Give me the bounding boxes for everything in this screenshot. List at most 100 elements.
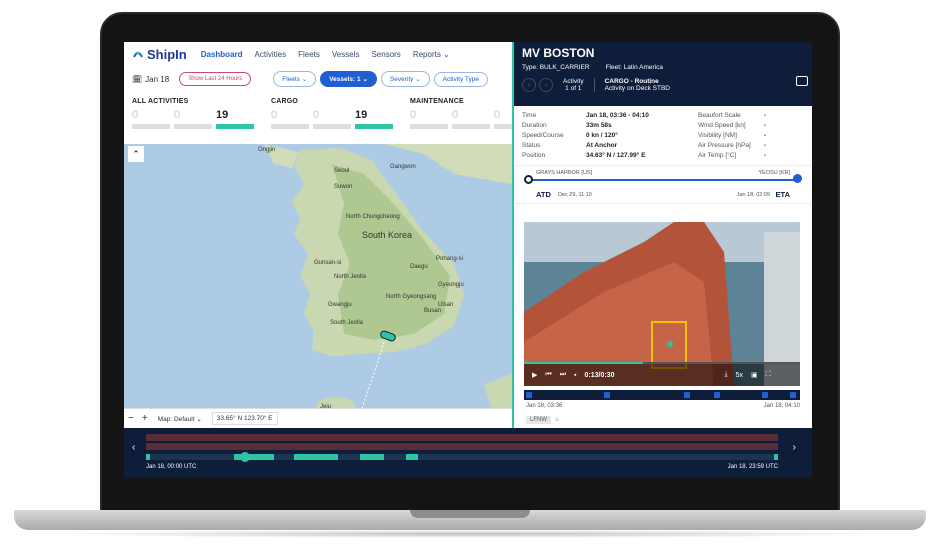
download-icon[interactable]: ⤓ (724, 371, 727, 379)
tag-row: LFNW ⌂ (526, 416, 559, 424)
voyage-route: GRAYS HARBOR [US] YEOSU [KR] ATD Dec 29,… (514, 166, 812, 204)
chevron-right-icon[interactable]: › (539, 78, 553, 92)
pip-icon[interactable]: ▣ (751, 371, 758, 379)
nav-reports-label: Reports (412, 49, 441, 59)
vessel-fleet: Fleet: Latin America (605, 64, 664, 71)
info-key: Visibility [NM] (698, 132, 737, 139)
nav-dashboard[interactable]: Dashboard (201, 50, 243, 59)
chevron-down-icon: ⌄ (415, 76, 421, 83)
stats-row: ALL ACTIVITIES 0 0 19 CARGO 0 0 19 MAINT… (124, 92, 514, 136)
activity-nav: ‹ › Activity 1 of 1 CARGO - Routine Acti… (522, 78, 670, 92)
atd-label: ATD (536, 190, 551, 199)
logo-text: ShipIn (147, 46, 187, 62)
chevron-down-icon: ⌄ (362, 76, 368, 83)
info-value: At Anchor (586, 142, 618, 149)
zoom-in-button[interactable]: + (142, 413, 148, 424)
atd-date: Dec 29, 11:10 (558, 192, 592, 198)
stat-bar (174, 124, 212, 129)
map-label: North Gyeongsang (386, 294, 437, 300)
map-label: South Jeolla (330, 320, 364, 326)
stat-all-activities[interactable]: ALL ACTIVITIES 0 0 19 (132, 98, 258, 129)
stat-bar (452, 124, 490, 129)
chevron-down-icon: ⌄ (301, 76, 308, 83)
nav-vessels[interactable]: Vessels (332, 50, 360, 59)
info-value: 34.63° N / 127.99° E (586, 152, 646, 159)
info-key: Air Temp [°C] (698, 152, 737, 159)
route-destination: YEOSU [KR] (758, 170, 790, 176)
logo-icon (133, 51, 143, 58)
route-line (528, 179, 796, 181)
activity-tag[interactable]: LFNW (526, 416, 551, 424)
timeline-track (146, 434, 778, 441)
map-style-select[interactable]: Map: Default ⌄ (158, 415, 202, 423)
timeline-activity-track (146, 452, 778, 462)
fleets-filter[interactable]: Fleets ⌄ (273, 71, 317, 87)
vessel-name: MV BOSTON (522, 46, 595, 60)
chevron-left-icon[interactable]: ‹ (522, 78, 536, 92)
video-time: 0:13/0:30 (584, 371, 615, 379)
stat-value: 0 (452, 109, 459, 121)
map-label: Gyeongju (438, 282, 464, 288)
video-progress[interactable] (524, 362, 800, 364)
timeline-end-label: Jan 18, 23:59 UTC (727, 464, 778, 470)
calendar-icon: 🗓 (132, 74, 143, 84)
vessel-info-grid: Time Jan 18, 03:36 - 04:10 Beaufort Scale -… (514, 106, 812, 166)
vessels-filter[interactable]: Vessels: 1 ⌄ (320, 71, 377, 87)
stat-bar (271, 124, 309, 129)
nav-reports[interactable]: Reports ⌄ (413, 50, 450, 59)
info-value: Jan 18, 03:36 - 04:10 (586, 112, 649, 119)
playback-speed[interactable]: 5x (736, 372, 743, 379)
timeline-playhead[interactable] (240, 452, 250, 462)
map-label: North Chungcheong (346, 214, 400, 220)
stat-cargo[interactable]: CARGO 0 0 19 (271, 98, 397, 129)
chevron-left-icon[interactable]: ‹ (132, 442, 135, 453)
timeline-start-label: Jan 18, 00:00 UTC (146, 464, 197, 470)
shipin-logo[interactable]: ShipIn (132, 47, 187, 62)
info-value: - (764, 152, 767, 159)
nav-activities[interactable]: Activities (255, 50, 287, 59)
map-label: Seoul (334, 168, 350, 174)
info-key: Time (522, 112, 537, 119)
info-value: 33m 58s (586, 122, 612, 129)
tag-icon[interactable]: ⌂ (555, 417, 559, 423)
stat-value: 0 (410, 109, 417, 121)
activity-type-filter[interactable]: Activity Type (433, 71, 489, 87)
volume-icon[interactable]: ▪ (574, 372, 576, 379)
zoom-out-button[interactable]: − (128, 413, 134, 424)
clip-timeline[interactable] (524, 390, 800, 400)
stat-bar (355, 124, 393, 129)
nav-fleets[interactable]: Fleets (298, 50, 320, 59)
video-player[interactable]: ▶ ⏮ ⏭ ▪ 0:13/0:30 ⤓ 5x ▣ ⛶ (524, 222, 800, 386)
day-timeline[interactable]: ‹ Jan 18, 00:00 UTC Jan 18, 23:59 UTC › (124, 428, 812, 478)
timeline-track (146, 443, 778, 450)
info-value: - (764, 112, 767, 119)
map-label: Ongjin (258, 147, 276, 153)
laptop-shadow (40, 530, 900, 538)
skip-back-icon[interactable]: ⏮ (545, 371, 551, 379)
severity-filter[interactable]: Severity ⌄ (380, 71, 430, 87)
activity-title: CARGO - Routine (604, 78, 659, 85)
map-coordinates: 33.65° N 123.70° E (211, 412, 278, 425)
map-label: Gunsan-si (314, 260, 342, 266)
stat-value: 0 (313, 109, 320, 121)
eta-date: Jan 18, 02:09 (736, 192, 770, 198)
chevron-right-icon[interactable]: › (793, 442, 796, 453)
nav-sensors[interactable]: Sensors (371, 50, 400, 59)
comment-icon[interactable] (796, 76, 808, 86)
stat-title: CARGO (271, 98, 299, 105)
map-view[interactable]: Ongjin Seoul Gangwon Suwon North Chungch… (124, 144, 512, 428)
info-key: Air Pressure [hPa] (698, 142, 751, 149)
info-value: 0 kn / 120° (586, 132, 618, 139)
destination-pin-icon (793, 174, 802, 183)
skip-forward-icon[interactable]: ⏭ (560, 371, 566, 379)
vessels-filter-label: Vessels: 1 (329, 76, 361, 83)
severity-filter-label: Severity (389, 76, 414, 83)
collapse-map-button[interactable]: ⌃ (128, 146, 144, 162)
fullscreen-icon[interactable]: ⛶ (766, 371, 771, 379)
show-last-24h-button[interactable]: Show Last 24 Hours (179, 72, 252, 86)
info-key: Speed/Course (522, 132, 564, 139)
play-icon[interactable]: ▶ (532, 371, 537, 379)
date-picker[interactable]: 🗓 Jan 18 (132, 75, 169, 84)
map-label: South Korea (362, 230, 413, 240)
stat-bar (313, 124, 351, 129)
